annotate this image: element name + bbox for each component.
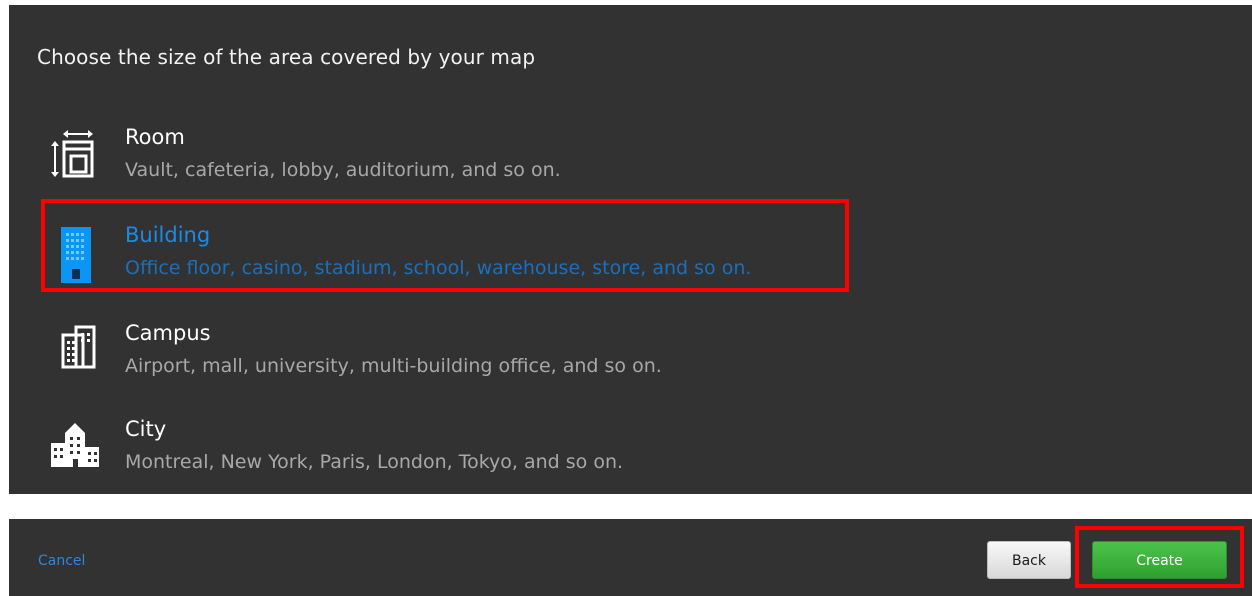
- building-icon: [51, 227, 91, 283]
- option-room-description: Vault, cafeteria, lobby, auditorium, and…: [125, 159, 561, 181]
- size-selection-panel: Choose the size of the area covered by y…: [9, 5, 1252, 494]
- back-button[interactable]: Back: [987, 541, 1071, 579]
- page-title: Choose the size of the area covered by y…: [37, 45, 536, 69]
- option-room-title: Room: [125, 125, 185, 149]
- room-icon: [51, 129, 94, 179]
- option-city-title: City: [125, 417, 167, 441]
- create-button[interactable]: Create: [1092, 541, 1227, 579]
- option-city-description: Montreal, New York, Paris, London, Tokyo…: [125, 451, 624, 473]
- option-campus-title: Campus: [125, 321, 211, 345]
- campus-icon: [51, 325, 96, 375]
- footer-bar: Cancel Back Create: [9, 519, 1252, 596]
- option-campus[interactable]: Campus Airport, mall, university, multi-…: [41, 311, 861, 397]
- city-icon: [51, 421, 99, 471]
- option-building-title: Building: [125, 223, 211, 247]
- option-building-description: Office floor, casino, stadium, school, w…: [125, 257, 752, 279]
- cancel-link[interactable]: Cancel: [38, 553, 85, 569]
- option-city[interactable]: City Montreal, New York, Paris, London, …: [41, 407, 861, 493]
- option-building[interactable]: Building Office floor, casino, stadium, …: [41, 213, 861, 299]
- option-room[interactable]: Room Vault, cafeteria, lobby, auditorium…: [41, 115, 861, 201]
- option-campus-description: Airport, mall, university, multi-buildin…: [125, 355, 662, 377]
